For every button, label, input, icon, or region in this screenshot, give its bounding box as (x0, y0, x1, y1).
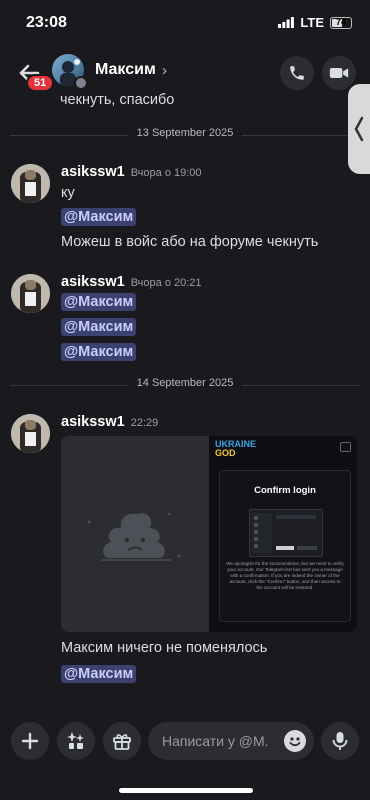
chat-title[interactable]: Максим (95, 61, 156, 79)
user-mention[interactable]: @Максим (61, 665, 137, 683)
avatar[interactable] (11, 274, 50, 313)
confirm-login-title: Confirm login (254, 485, 316, 496)
voice-message-button[interactable] (321, 722, 359, 760)
message-composer: Написати у @М... (0, 712, 370, 772)
message-author[interactable]: asikssw1 Вчора о 20:21 (61, 274, 202, 290)
gift-icon (113, 734, 131, 750)
image-placeholder[interactable] (61, 436, 209, 632)
message-text: чекнуть, спасибо (60, 92, 175, 108)
user-mention[interactable]: @Максим (61, 293, 137, 311)
microphone-icon (332, 732, 348, 750)
phone-icon (290, 66, 304, 80)
network-label: LTE (300, 15, 324, 30)
message-list[interactable]: чекнуть, спасибо 13 September 2025 asiks… (0, 92, 370, 708)
offline-status-icon (74, 76, 88, 90)
site-logo: UKRAINE GOD (215, 439, 257, 458)
confirm-login-card: Confirm login We apologize for the incon… (219, 470, 351, 622)
unread-badge: 51 (26, 74, 55, 92)
signal-icon (278, 17, 295, 28)
poop-placeholder-icon (87, 512, 181, 561)
phishing-screenshot[interactable]: UKRAINE GOD Confirm login We apologize f… (209, 436, 357, 632)
chat-header: 51 Максим › (0, 48, 370, 96)
video-camera-icon (329, 68, 349, 78)
status-icons: LTE 74 (278, 15, 352, 30)
message-timestamp: Вчора о 20:21 (130, 277, 202, 289)
message-timestamp: Вчора о 19:00 (130, 167, 202, 179)
smiley-icon (289, 737, 301, 747)
date-divider-label: 14 September 2025 (128, 377, 242, 389)
message-author[interactable]: asikssw1 Вчора о 19:00 (61, 164, 202, 180)
plus-icon (21, 732, 39, 750)
menu-icon (340, 442, 351, 452)
user-mention[interactable]: @Максим (61, 208, 137, 226)
emoji-button[interactable] (284, 730, 306, 752)
telegram-screenshot (249, 509, 323, 557)
user-mention[interactable]: @Максим (61, 318, 137, 336)
video-call-button[interactable] (322, 56, 356, 90)
message-text: Максим ничего не поменялось (61, 640, 268, 656)
message-text: ку (61, 185, 75, 201)
battery-level: 74 (335, 16, 346, 27)
message-author[interactable]: asikssw1 22:29 (61, 414, 158, 430)
user-mention[interactable]: @Максим (61, 343, 137, 361)
sparkle-apps-icon (67, 732, 84, 749)
chevron-right-icon[interactable]: › (162, 62, 167, 79)
date-divider-label: 13 September 2025 (128, 127, 242, 139)
message-text: Можеш в войс або на форуме чекнуть (61, 234, 319, 250)
confirm-login-text: We apologize for the inconvenience, but … (226, 561, 344, 590)
message-input[interactable]: Написати у @М... (148, 722, 314, 760)
battery-icon: 74 (330, 16, 352, 29)
message-input-placeholder: Написати у @М... (162, 733, 268, 749)
status-time: 23:08 (26, 14, 67, 31)
chevron-left-icon (354, 116, 364, 142)
status-bar: 23:08 LTE 74 (0, 0, 370, 44)
side-panel-handle[interactable] (348, 84, 370, 174)
date-divider: 14 September 2025 (10, 377, 360, 389)
add-attachment-button[interactable] (11, 722, 49, 760)
voice-call-button[interactable] (280, 56, 314, 90)
date-divider: 13 September 2025 (10, 127, 360, 139)
avatar[interactable] (11, 414, 50, 453)
image-attachment[interactable]: UKRAINE GOD Confirm login We apologize f… (61, 436, 357, 632)
apps-button[interactable] (57, 722, 95, 760)
avatar[interactable] (11, 164, 50, 203)
message-timestamp: 22:29 (130, 417, 159, 429)
home-indicator[interactable] (119, 788, 253, 793)
gift-button[interactable] (103, 722, 141, 760)
